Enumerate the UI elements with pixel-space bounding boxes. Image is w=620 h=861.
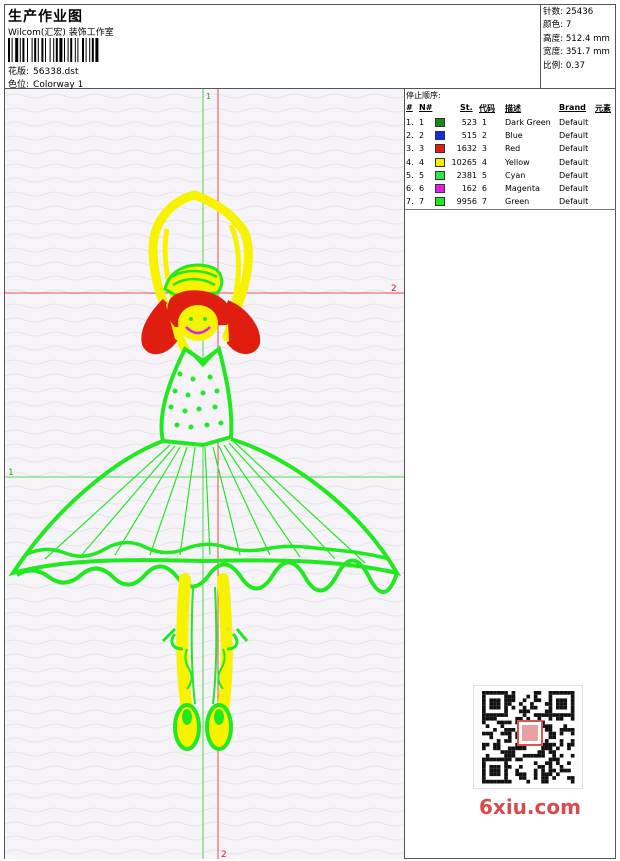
cell-n: 3 [419, 144, 425, 154]
cell-code: 4 [481, 157, 487, 167]
cell-st: 9956 [456, 197, 477, 207]
guide-label-h2: 2 [391, 284, 397, 294]
color-swatch [435, 118, 445, 127]
col-desc: 描述 [505, 104, 521, 113]
cell-n: 4 [419, 157, 425, 167]
color-swatch [435, 144, 445, 154]
right-eye [203, 317, 207, 321]
cell-n: 2 [419, 131, 425, 141]
stop-order-row[interactable]: 1. 1 523 1 Dark Green Default [405, 117, 616, 130]
cell-desc: Yellow [505, 157, 530, 167]
cell-brand: Default [559, 197, 589, 207]
col-num: # [406, 103, 413, 112]
color-swatch [435, 184, 445, 193]
stop-order-title: 停止顺序: [406, 91, 441, 100]
col-st: St. [460, 103, 473, 112]
cell-st: 1632 [456, 144, 477, 154]
cell-st: 2381 [456, 170, 477, 180]
col-elem: 元素 [595, 104, 611, 113]
cell-brand: Default [559, 144, 589, 154]
stop-order-row[interactable]: 3. 3 1632 3 Red Default [405, 143, 616, 156]
color-swatch [435, 131, 445, 141]
stop-order-header: # N# St. 代码 描述 Brand 元素 [405, 103, 616, 114]
cell-idx: 1. [406, 118, 414, 127]
production-sheet: 生产作业图 Wilcom(汇宏) 装饰工作室 花版: 56338.dst 色位: C… [4, 4, 616, 859]
cell-st: 10265 [451, 157, 477, 167]
cell-brand: Default [559, 170, 589, 180]
cell-brand: Default [559, 157, 589, 167]
embroidery-preview: 1 2 1 2 [5, 89, 404, 859]
stop-order-row[interactable]: 2. 2 515 2 Blue Default [405, 130, 616, 143]
design-stats: 针数: 25436 颜色: 7 高度: 512.4 mm 宽度: 351.7 m… [541, 5, 616, 89]
cell-desc: Dark Green [505, 118, 551, 127]
design-label: 花版: [8, 67, 30, 77]
barcode [8, 38, 99, 62]
cell-idx: 6. [406, 184, 414, 193]
cell-idx: 3. [406, 144, 414, 154]
cell-st: 515 [461, 131, 477, 141]
face [178, 305, 218, 341]
stop-order-panel: 停止顺序: # N# St. 代码 描述 Brand 元素 1. 1 523 1 Dar… [405, 89, 616, 210]
col-code: 代码 [479, 104, 495, 113]
cell-code: 3 [481, 144, 487, 154]
stat-stitches: 针数: 25436 [543, 7, 594, 17]
cell-desc: Cyan [505, 170, 526, 180]
color-swatch [435, 170, 445, 180]
cell-desc: Green [505, 197, 530, 207]
design-value: 56338.dst [33, 67, 79, 77]
col-n: N# [419, 103, 433, 112]
cell-st: 162 [461, 184, 477, 193]
guide-label-h1: 1 [8, 468, 14, 478]
stop-order-row[interactable]: 5. 5 2381 5 Cyan Default [405, 170, 616, 183]
color-swatch [435, 197, 445, 207]
left-eye [189, 317, 193, 321]
cell-desc: Magenta [505, 184, 540, 193]
design-canvas[interactable]: 1 2 1 2 [5, 89, 405, 859]
cell-code: 1 [481, 118, 487, 127]
left-shoe-toe [182, 709, 192, 725]
qr-code [473, 685, 583, 789]
cell-code: 2 [481, 131, 487, 141]
cell-idx: 5. [406, 170, 414, 180]
cell-st: 523 [461, 118, 477, 127]
cell-n: 7 [419, 197, 425, 207]
qr-code-graphic [482, 691, 575, 784]
stat-height: 高度: 512.4 mm [543, 33, 610, 44]
cell-n: 5 [419, 170, 425, 180]
studio-name: Wilcom(汇宏) 装饰工作室 [8, 28, 114, 38]
cell-brand: Default [559, 131, 589, 141]
cell-desc: Red [505, 144, 521, 154]
design-file: 花版: 56338.dst [8, 64, 78, 77]
cell-idx: 2. [406, 131, 414, 141]
sheet-title: 生产作业图 [8, 9, 83, 25]
stat-scale: 比例: 0.37 [543, 60, 585, 71]
color-swatch [435, 157, 445, 167]
watermark-logo: 6xiu.com [479, 795, 581, 819]
cell-desc: Blue [505, 131, 523, 141]
guide-label-v1: 1 [206, 92, 211, 101]
cell-idx: 7. [406, 197, 414, 207]
col-brand: Brand [559, 103, 586, 112]
cell-brand: Default [559, 184, 589, 193]
cell-n: 1 [419, 118, 425, 127]
guide-label-v2-bottom: 2 [221, 850, 227, 859]
cell-n: 6 [419, 184, 425, 193]
cell-idx: 4. [406, 157, 414, 167]
cell-code: 7 [481, 197, 487, 207]
cell-code: 6 [481, 184, 487, 193]
header-info: 生产作业图 Wilcom(汇宏) 装饰工作室 花版: 56338.dst 色位: C… [5, 5, 541, 90]
stop-order-row[interactable]: 7. 7 9956 7 Green Default [405, 196, 616, 209]
cell-brand: Default [559, 118, 589, 127]
stop-order-row[interactable]: 4. 4 10265 4 Yellow Default [405, 157, 616, 170]
cell-code: 5 [481, 170, 487, 180]
stop-order-row[interactable]: 6. 6 162 6 Magenta Default [405, 183, 616, 196]
right-shoe-toe [214, 709, 224, 725]
stat-colors: 颜色: 7 [543, 20, 572, 31]
stat-width: 宽度: 351.7 mm [543, 47, 610, 58]
canvas-texture [5, 89, 404, 859]
